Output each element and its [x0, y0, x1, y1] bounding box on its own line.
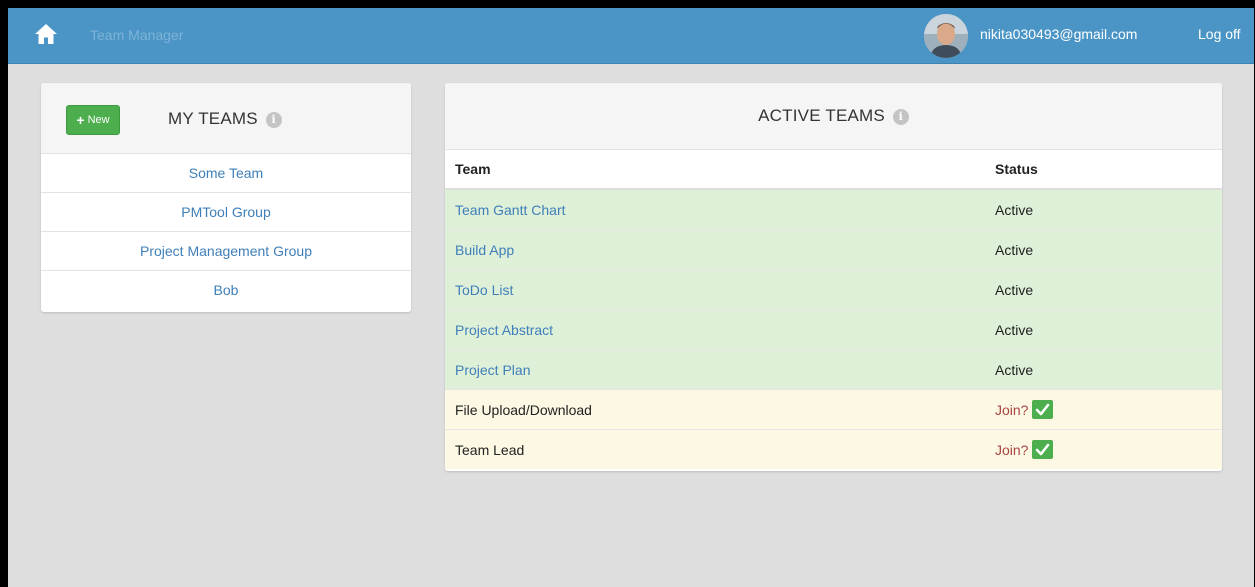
new-button-label: New	[87, 114, 110, 126]
team-link[interactable]: Project Plan	[455, 362, 530, 378]
table-row: Project Plan Active	[445, 349, 1222, 390]
plus-icon: +	[76, 112, 85, 128]
status-cell: Active	[983, 349, 1222, 390]
team-link[interactable]: ToDo List	[455, 282, 513, 298]
home-icon[interactable]	[34, 22, 58, 46]
check-icon[interactable]	[1032, 440, 1054, 459]
team-cell: Build App	[445, 229, 983, 270]
app-frame: Team Manager nikita030493@gmail.com Log …	[8, 8, 1254, 587]
avatar[interactable]	[924, 14, 968, 58]
my-team-item[interactable]: Some Team	[41, 154, 411, 193]
team-link[interactable]: Build App	[455, 242, 514, 258]
status-cell: Join?	[983, 389, 1222, 430]
status-cell: Active	[983, 309, 1222, 350]
table-row: Project Abstract Active	[445, 309, 1222, 350]
column-header-team: Team	[445, 150, 983, 190]
my-teams-list: Some Team PMTool Group Project Managemen…	[41, 154, 411, 309]
table-header-row: Team Status	[445, 150, 1222, 190]
info-icon[interactable]: i	[892, 109, 909, 125]
info-icon[interactable]: i	[265, 112, 282, 128]
team-link[interactable]: Team Gantt Chart	[455, 202, 566, 218]
table-row: File Upload/Download Join?	[445, 389, 1222, 430]
my-teams-panel: + New MY TEAMS i Some Team PMTool Group …	[41, 83, 411, 312]
table-row: Build App Active	[445, 229, 1222, 270]
status-cell: Active	[983, 188, 1222, 230]
active-teams-title-text: ACTIVE TEAMS	[758, 106, 885, 125]
active-teams-title: ACTIVE TEAMS i	[445, 106, 1222, 126]
active-teams-header: ACTIVE TEAMS i	[445, 83, 1222, 150]
team-cell: Project Plan	[445, 349, 983, 390]
check-icon[interactable]	[1032, 400, 1054, 419]
logoff-link[interactable]: Log off	[1198, 26, 1241, 42]
status-cell: Active	[983, 229, 1222, 270]
status-cell: Active	[983, 269, 1222, 310]
my-team-item[interactable]: Project Management Group	[41, 232, 411, 271]
join-link[interactable]: Join?	[995, 442, 1028, 458]
team-cell: ToDo List	[445, 269, 983, 310]
team-cell: Team Gantt Chart	[445, 188, 983, 230]
column-header-status: Status	[983, 150, 1222, 190]
team-cell: File Upload/Download	[445, 389, 983, 430]
table-row: Team Lead Join?	[445, 429, 1222, 469]
active-teams-table: Team Status Team Gantt Chart Active Buil…	[445, 150, 1222, 469]
status-cell: Join?	[983, 429, 1222, 469]
new-team-button[interactable]: + New	[66, 105, 120, 135]
active-teams-panel: ACTIVE TEAMS i Team Status Team Gantt Ch…	[445, 83, 1222, 471]
my-teams-title-text: MY TEAMS	[168, 109, 258, 128]
my-teams-header: + New MY TEAMS i	[41, 83, 411, 154]
top-navbar: Team Manager nikita030493@gmail.com Log …	[8, 8, 1254, 64]
my-team-item[interactable]: Bob	[41, 271, 411, 309]
my-teams-title: MY TEAMS i	[168, 109, 282, 129]
brand-title[interactable]: Team Manager	[90, 27, 183, 43]
table-row: Team Gantt Chart Active	[445, 188, 1222, 230]
user-email-link[interactable]: nikita030493@gmail.com	[980, 26, 1137, 42]
table-row: ToDo List Active	[445, 269, 1222, 310]
my-team-item[interactable]: PMTool Group	[41, 193, 411, 232]
join-link[interactable]: Join?	[995, 402, 1028, 418]
team-link[interactable]: Project Abstract	[455, 322, 553, 338]
team-cell: Project Abstract	[445, 309, 983, 350]
team-cell: Team Lead	[445, 429, 983, 469]
